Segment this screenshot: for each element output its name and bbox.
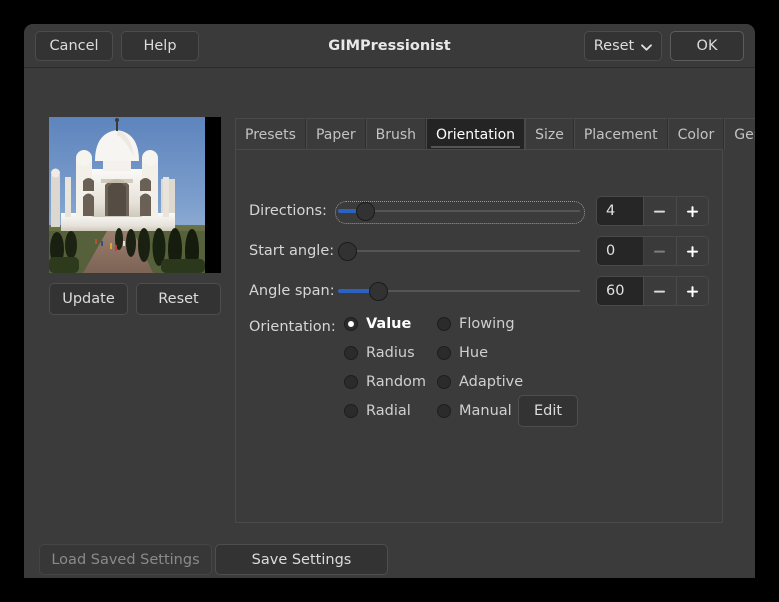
dialog-header-bar: Cancel Help GIMPressionist Reset OK <box>24 24 755 68</box>
settings-notebook: Presets Paper Brush Orientation Size Pla… <box>235 118 755 523</box>
gimpressionist-dialog: Cancel Help GIMPressionist Reset OK Upda… <box>24 24 755 578</box>
start-angle-value[interactable]: 0 <box>597 237 644 265</box>
directions-decrement-button[interactable] <box>643 197 676 225</box>
tab-paper[interactable]: Paper <box>305 118 366 150</box>
angle-span-row: Angle span: 60 <box>236 276 722 306</box>
orientation-tab-page: Directions: 4 Start angle: 0 Angle span:… <box>235 149 723 523</box>
angle-span-increment-button[interactable] <box>675 277 708 305</box>
radio-orientation-random[interactable]: Random <box>344 374 426 390</box>
start-angle-row: Start angle: 0 <box>236 236 722 266</box>
tab-color[interactable]: Color <box>667 118 725 150</box>
radio-label: Flowing <box>459 316 515 332</box>
start-angle-decrement-button[interactable] <box>643 237 676 265</box>
radio-dot-icon <box>437 317 451 331</box>
tab-presets[interactable]: Presets <box>235 118 306 150</box>
angle-span-slider[interactable] <box>335 276 583 306</box>
save-settings-button[interactable]: Save Settings <box>215 544 388 575</box>
radio-label: Value <box>366 316 412 332</box>
radio-dot-icon <box>344 404 358 418</box>
preview-area[interactable] <box>49 117 221 273</box>
radio-orientation-flowing[interactable]: Flowing <box>437 316 515 332</box>
reset-menu-label: Reset <box>593 38 635 54</box>
tab-brush[interactable]: Brush <box>365 118 427 150</box>
radio-orientation-radial[interactable]: Radial <box>344 403 411 419</box>
preview-update-button[interactable]: Update <box>49 283 128 315</box>
angle-span-spinner[interactable]: 60 <box>596 276 709 306</box>
radio-label: Random <box>366 374 427 390</box>
radio-label: Hue <box>459 345 489 361</box>
radio-dot-icon <box>344 346 358 360</box>
radio-orientation-radius[interactable]: Radius <box>344 345 415 361</box>
preview-reset-button[interactable]: Reset <box>136 283 221 315</box>
directions-row: Directions: 4 <box>236 196 722 226</box>
radio-dot-icon <box>344 317 358 331</box>
angle-span-decrement-button[interactable] <box>643 277 676 305</box>
tab-general[interactable]: General <box>724 118 755 150</box>
tab-size[interactable]: Size <box>525 118 574 150</box>
ok-button[interactable]: OK <box>670 31 744 61</box>
edit-manual-button[interactable]: Edit <box>518 395 578 427</box>
radio-dot-icon <box>437 404 451 418</box>
dialog-content: Update Reset Presets Paper Brush Orienta… <box>24 68 755 578</box>
orientation-group-label: Orientation: <box>249 319 336 335</box>
slider-thumb[interactable] <box>356 202 375 221</box>
radio-label: Radius <box>366 345 415 361</box>
slider-thumb[interactable] <box>369 282 388 301</box>
cancel-button[interactable]: Cancel <box>35 31 113 61</box>
tab-placement[interactable]: Placement <box>573 118 668 150</box>
radio-dot-icon <box>437 375 451 389</box>
angle-span-label: Angle span: <box>249 283 335 299</box>
radio-dot-icon <box>437 346 451 360</box>
start-angle-slider[interactable] <box>335 236 583 266</box>
chevron-down-icon <box>641 43 653 51</box>
help-button[interactable]: Help <box>121 31 199 61</box>
preview-image <box>49 117 205 273</box>
slider-track <box>338 250 580 252</box>
radio-orientation-adaptive[interactable]: Adaptive <box>437 374 523 390</box>
radio-orientation-manual[interactable]: Manual <box>437 403 512 419</box>
angle-span-value[interactable]: 60 <box>597 277 644 305</box>
radio-label: Radial <box>366 403 411 419</box>
directions-label: Directions: <box>249 203 327 219</box>
reset-menu-button[interactable]: Reset <box>584 31 662 61</box>
start-angle-increment-button[interactable] <box>675 237 708 265</box>
directions-spinner[interactable]: 4 <box>596 196 709 226</box>
directions-slider[interactable] <box>335 196 585 226</box>
directions-increment-button[interactable] <box>675 197 708 225</box>
start-angle-label: Start angle: <box>249 243 335 259</box>
radio-orientation-value[interactable]: Value <box>344 316 411 332</box>
load-saved-settings-button[interactable]: Load Saved Settings <box>39 544 212 575</box>
start-angle-spinner[interactable]: 0 <box>596 236 709 266</box>
radio-label: Adaptive <box>459 374 524 390</box>
directions-value[interactable]: 4 <box>597 197 644 225</box>
radio-label: Manual <box>459 403 512 419</box>
radio-orientation-hue[interactable]: Hue <box>437 345 488 361</box>
slider-thumb[interactable] <box>338 242 357 261</box>
radio-dot-icon <box>344 375 358 389</box>
tab-orientation[interactable]: Orientation <box>426 118 526 150</box>
tab-strip: Presets Paper Brush Orientation Size Pla… <box>235 118 755 150</box>
